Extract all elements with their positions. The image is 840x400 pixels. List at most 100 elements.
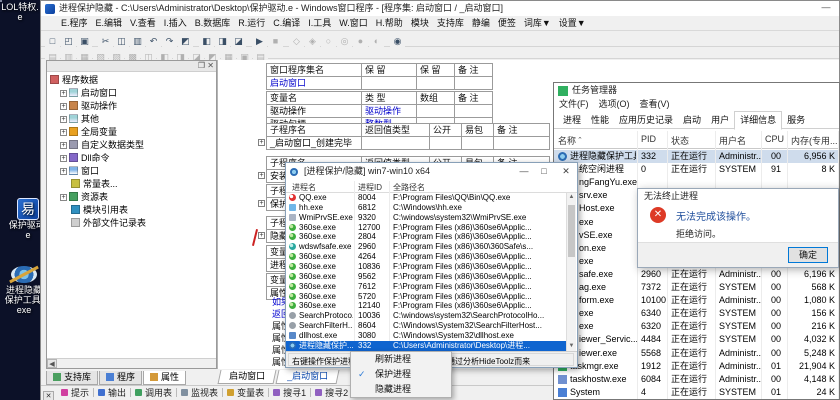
debug-run-icon[interactable]: ◎ [337, 34, 352, 48]
expand-icon[interactable]: + [60, 129, 67, 136]
run-icon[interactable]: ▶ [252, 34, 267, 48]
menu-item[interactable]: W.窗口 [335, 16, 372, 31]
column-header[interactable]: 用户名 [719, 134, 746, 147]
context-menu-item[interactable]: 刷新进程 [351, 352, 451, 367]
debug-step-icon[interactable]: ◇ [289, 34, 304, 48]
context-menu-item[interactable]: ✓保护进程 [351, 367, 451, 382]
taskmgr-tab[interactable]: 用户 [706, 112, 734, 129]
process-row[interactable]: 360se.exe12140F:\Program Files (x86)\360… [286, 301, 566, 311]
editor-tab[interactable]: 启动窗口 [218, 370, 277, 384]
process-row[interactable]: dllhost.exe3080C:\Windows\System32\dllho… [286, 331, 566, 341]
undo-icon[interactable]: ↶ [146, 34, 161, 48]
breakpoint-icon[interactable]: ● [353, 34, 368, 48]
panel-tab[interactable]: 支持库 [46, 371, 98, 385]
menu-item[interactable]: R.运行 [234, 16, 269, 31]
expand-icon[interactable]: + [60, 142, 67, 149]
table-cell[interactable] [455, 77, 493, 90]
tile-vertical-icon[interactable]: ◨ [215, 34, 230, 48]
paste-icon[interactable]: ▥ [130, 34, 145, 48]
tree-item[interactable]: +其他 [50, 113, 216, 126]
compile-icon[interactable]: ◩ [178, 34, 193, 48]
menu-item[interactable]: 便签 [494, 16, 520, 31]
close-button[interactable]: ✕ [557, 165, 575, 179]
tree-item[interactable]: 外部文件记录表 [50, 217, 216, 230]
cut-icon[interactable]: ✂ [98, 34, 113, 48]
process-row[interactable]: 360se.exe10836F:\Program Files (x86)\360… [286, 262, 566, 272]
table-cell[interactable]: 启动窗口 [267, 77, 362, 90]
redo-icon[interactable]: ↷ [162, 34, 177, 48]
maximize-button[interactable]: □ [535, 165, 553, 179]
popup-titlebar[interactable]: [进程保护/隐藏] win7-win10 x64 — □ ✕ [286, 163, 577, 181]
process-row[interactable]: QQ.exe8004F:\Program Files\QQ\Bin\QQ.exe [286, 193, 566, 203]
process-row[interactable]: 360se.exe5720F:\Program Files (x86)\360s… [286, 292, 566, 302]
table-cell[interactable] [462, 137, 494, 150]
fold-plus-icon[interactable]: + [258, 172, 265, 179]
process-row[interactable]: 360se.exe4264F:\Program Files (x86)\360s… [286, 252, 566, 262]
process-row[interactable]: ag.exe7372正在运行SYSTEM00568 K [554, 281, 839, 294]
process-row[interactable]: 360se.exe12700F:\Program Files (x86)\360… [286, 223, 566, 233]
debug-out-icon[interactable]: ○ [321, 34, 336, 48]
process-row[interactable]: taskhostw.exe6084正在运行Administr...004,148… [554, 373, 839, 386]
column-header[interactable]: 名称 ˆ [558, 134, 582, 147]
table-cell[interactable] [362, 77, 417, 90]
find-icon[interactable]: ◉ [390, 34, 405, 48]
process-row[interactable]: exe6320正在运行SYSTEM00216 K [554, 320, 839, 333]
column-header[interactable]: 状态 [671, 134, 689, 147]
menu-item[interactable]: 模块 [407, 16, 433, 31]
process-row[interactable]: SearchFilterH...8604C:\Windows\System32\… [286, 321, 566, 331]
column-header[interactable]: PID [641, 134, 656, 144]
scroll-thumb[interactable] [568, 205, 575, 257]
open-file-icon[interactable]: ◰ [61, 34, 76, 48]
popup-vscrollbar[interactable]: ▲ ▼ [566, 193, 576, 351]
minimize-button[interactable]: — [515, 165, 533, 179]
table-cell[interactable] [417, 105, 455, 118]
panel-tab[interactable]: 属性 [143, 371, 186, 385]
scroll-down-icon[interactable]: ▼ [567, 342, 576, 351]
table-cell[interactable]: _启动窗口_创建完毕 [267, 137, 362, 150]
tree-item[interactable]: +Dll命令 [50, 152, 216, 165]
expand-icon[interactable]: + [60, 103, 67, 110]
process-row[interactable]: 系统空闲进程0正在运行SYSTEM918 K [554, 163, 839, 176]
process-row[interactable]: taskmgr.exe1912正在运行Administr...0121,904 … [554, 360, 839, 373]
desktop-icon-hide-tool[interactable]: 进程隐藏保护工具.exe [4, 266, 44, 315]
menu-item[interactable]: I.工具 [304, 16, 335, 31]
process-row[interactable]: iewer.exe5568正在运行Administr...005,248 K [554, 347, 839, 360]
minimize-button[interactable]: — [817, 1, 835, 15]
menu-item[interactable]: I.插入 [160, 16, 191, 31]
menu-item[interactable]: 查看(V) [640, 99, 670, 109]
process-row[interactable]: exe6340正在运行SYSTEM00156 K [554, 307, 839, 320]
pause-icon[interactable]: ◐ [369, 34, 384, 48]
taskmgr-tab[interactable]: 详细信息 [734, 111, 782, 130]
expand-icon[interactable]: + [60, 155, 67, 162]
menu-item[interactable]: E.程序 [57, 16, 92, 31]
tree-item[interactable]: +窗口 [50, 165, 216, 178]
debug-stepover-icon[interactable]: ◈ [305, 34, 320, 48]
process-row[interactable]: SearchProtoco...10036C:\windows\system32… [286, 311, 566, 321]
cascade-icon[interactable]: ◪ [231, 34, 246, 48]
menu-item[interactable]: 选项(O) [599, 99, 630, 109]
desktop-icon-lol[interactable]: LOL特权.e [0, 2, 40, 22]
column-header[interactable]: 内存(专用... [791, 134, 838, 147]
menu-item[interactable]: 设置▼ [555, 16, 590, 31]
editor-tab[interactable]: _启动窗口 [276, 370, 340, 384]
column-header[interactable]: 全路径名 [393, 182, 425, 193]
table-cell[interactable] [430, 137, 462, 150]
tile-horizontal-icon[interactable]: ◧ [199, 34, 214, 48]
process-row[interactable]: 360se.exe9562F:\Program Files (x86)\360s… [286, 272, 566, 282]
tree-item[interactable]: +自定义数据类型 [50, 139, 216, 152]
tree-item[interactable]: +全局变量 [50, 126, 216, 139]
expand-icon[interactable]: + [60, 90, 67, 97]
process-row[interactable]: form.exe10100正在运行Administr...001,080 K [554, 294, 839, 307]
expand-icon[interactable]: + [60, 116, 67, 123]
process-row[interactable]: wdswfsafe.exe2960F:\Program Files (x86)\… [286, 242, 566, 252]
scroll-left-icon[interactable]: ◀ [47, 359, 57, 368]
taskmgr-tab[interactable]: 服务 [782, 112, 810, 129]
menu-item[interactable]: B.数据库 [191, 16, 235, 31]
process-row[interactable]: System4正在运行SYSTEM0124 K [554, 386, 839, 399]
menu-item[interactable]: V.查看 [126, 16, 160, 31]
fold-plus-icon[interactable]: + [258, 232, 265, 239]
fold-plus-icon[interactable]: + [258, 139, 265, 146]
scroll-up-icon[interactable]: ▲ [567, 193, 576, 202]
tree-hscrollbar[interactable]: ◀ [47, 358, 216, 368]
menu-item[interactable]: 静编 [468, 16, 494, 31]
